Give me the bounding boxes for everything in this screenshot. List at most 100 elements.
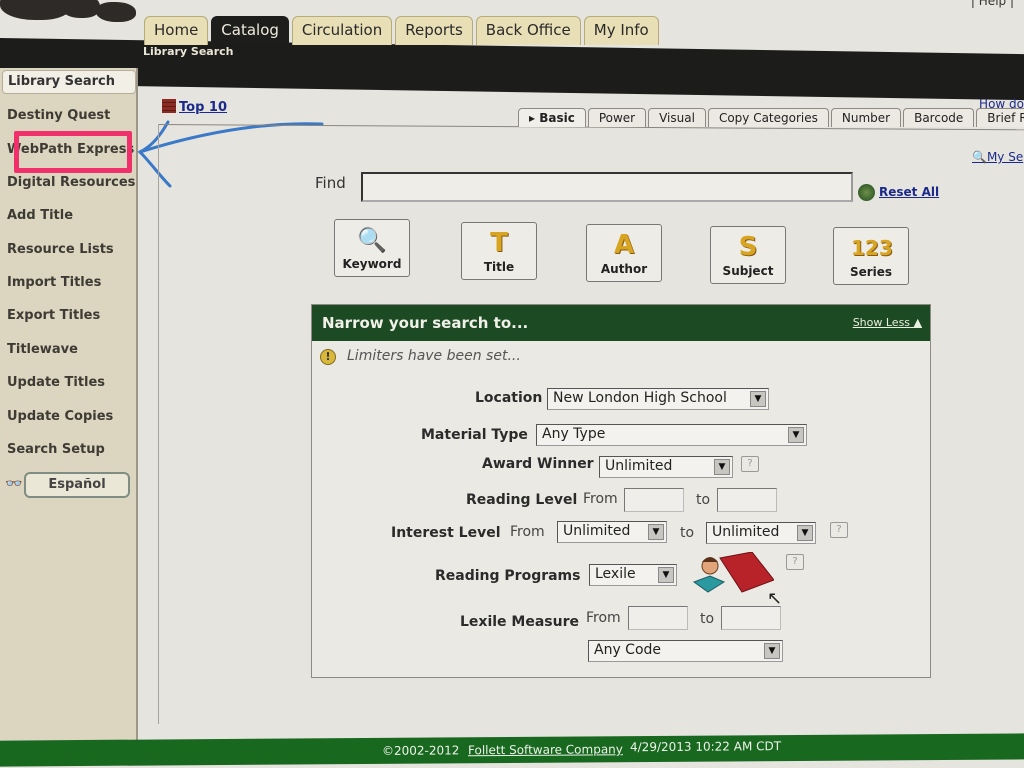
search-tabs: ▸ Basic Power Visual Copy Categories Num… xyxy=(518,108,1024,127)
tab-basic[interactable]: ▸ Basic xyxy=(518,108,586,127)
follett-link[interactable]: Follett Software Company xyxy=(468,742,623,757)
subnav-library-search[interactable]: Library Search xyxy=(143,45,234,58)
espanol-button[interactable]: Español xyxy=(24,472,130,498)
sidebar-item-destiny-quest[interactable]: Destiny Quest xyxy=(7,108,110,123)
top-tabs: Home Catalog Circulation Reports Back Of… xyxy=(144,16,659,45)
reading-level-to-label: to xyxy=(696,492,711,508)
tab-circulation[interactable]: Circulation xyxy=(291,16,393,45)
reading-level-label: Reading Level xyxy=(466,492,578,508)
reading-level-from-input[interactable] xyxy=(624,488,684,512)
narrow-search-panel: Narrow your search to... Show Less ▲ ! L… xyxy=(311,304,931,678)
tab-catalog[interactable]: Catalog xyxy=(211,16,289,45)
sidebar-item-titlewave[interactable]: Titlewave xyxy=(7,342,78,357)
footer: ©2002-2012 Follett Software Company 4/29… xyxy=(0,733,1024,767)
tab-back-office[interactable]: Back Office xyxy=(475,16,581,45)
timestamp: 4/29/2013 10:22 AM CDT xyxy=(630,739,782,755)
location-select[interactable]: New London High School ▼ xyxy=(547,388,769,410)
top-10-label[interactable]: Top 10 xyxy=(179,100,227,115)
subject-globe-icon: S xyxy=(738,232,758,262)
series-label: Series xyxy=(849,265,893,279)
sidebar-item-import-titles[interactable]: Import Titles xyxy=(7,275,101,290)
books-icon xyxy=(162,99,176,113)
tab-home[interactable]: Home xyxy=(144,16,209,45)
find-input[interactable] xyxy=(361,172,853,202)
show-less-link[interactable]: Show Less ▲ xyxy=(853,316,922,329)
sidebar-item-export-titles[interactable]: Export Titles xyxy=(7,308,100,323)
sidebar-item-update-copies[interactable]: Update Copies xyxy=(7,409,113,424)
dropdown-arrow-icon: ▼ xyxy=(648,524,664,540)
child-reading-book-icon xyxy=(692,552,774,593)
sidebar-item-search-setup[interactable]: Search Setup xyxy=(7,442,105,457)
magnifier-icon: 🔍 xyxy=(972,150,987,164)
magnifier-lightning-icon: 🔍 xyxy=(357,226,387,254)
interest-level-from-select[interactable]: Unlimited ▼ xyxy=(557,521,667,543)
lexile-from-input[interactable] xyxy=(628,606,688,630)
sidebar-item-library-search[interactable]: Library Search xyxy=(2,70,136,94)
dropdown-arrow-icon: ▼ xyxy=(658,567,674,583)
reset-icon[interactable] xyxy=(858,184,875,201)
glasses-icon: 👓 xyxy=(5,476,23,492)
tab-number[interactable]: Number xyxy=(830,108,902,127)
award-winner-label: Award Winner xyxy=(482,456,594,472)
interest-level-to-select[interactable]: Unlimited ▼ xyxy=(706,522,816,544)
reading-level-from-label: From xyxy=(583,491,618,507)
series-search-button[interactable]: 123 Series xyxy=(833,227,909,285)
award-winner-value: Unlimited xyxy=(605,458,673,474)
interest-level-to-label: to xyxy=(680,525,695,541)
reading-programs-select[interactable]: Lexile ▼ xyxy=(589,564,677,586)
award-help-icon[interactable]: ? xyxy=(741,456,759,472)
my-searches-label[interactable]: My Se xyxy=(987,150,1023,164)
lexile-code-select[interactable]: Any Code ▼ xyxy=(588,640,783,662)
dropdown-arrow-icon: ▼ xyxy=(788,427,804,443)
top-10-link[interactable]: Top 10 xyxy=(162,99,227,115)
show-less-label[interactable]: Show Less xyxy=(853,316,910,329)
subject-search-button[interactable]: S Subject xyxy=(710,226,786,284)
tab-my-info[interactable]: My Info xyxy=(583,16,659,45)
sidebar-item-update-titles[interactable]: Update Titles xyxy=(7,375,105,390)
triangle-up-icon: ▲ xyxy=(913,316,922,329)
dropdown-arrow-icon: ▼ xyxy=(750,391,766,407)
lexile-to-input[interactable] xyxy=(721,606,781,630)
copyright-text: ©2002-2012 xyxy=(382,743,460,758)
find-label: Find xyxy=(315,174,346,192)
author-pen-icon: A xyxy=(613,230,635,260)
lexile-code-value: Any Code xyxy=(594,642,662,658)
keyword-label: Keyword xyxy=(342,257,402,271)
tab-visual[interactable]: Visual xyxy=(648,108,706,127)
reading-level-to-input[interactable] xyxy=(717,488,777,512)
sidebar-item-webpath-express[interactable]: WebPath Express xyxy=(7,142,134,157)
dropdown-arrow-icon: ▼ xyxy=(797,525,813,541)
dropdown-arrow-icon: ▼ xyxy=(764,643,780,659)
location-label: Location xyxy=(475,390,543,406)
tab-power[interactable]: Power xyxy=(587,108,647,127)
annotation-arrow xyxy=(137,120,324,188)
tab-barcode[interactable]: Barcode xyxy=(903,108,975,127)
tab-reports[interactable]: Reports xyxy=(395,16,473,45)
sidebar-item-add-title[interactable]: Add Title xyxy=(7,208,73,223)
interest-level-from-value: Unlimited xyxy=(563,523,631,539)
tab-copy-categories[interactable]: Copy Categories xyxy=(707,108,829,127)
content-left-border xyxy=(158,124,159,724)
reset-all-link[interactable]: Reset All xyxy=(879,185,939,199)
reading-programs-value: Lexile xyxy=(595,566,636,582)
interest-level-from-label: From xyxy=(510,524,545,540)
utility-links[interactable]: | Help | xyxy=(971,0,1014,8)
sidebar-item-resource-lists[interactable]: Resource Lists xyxy=(7,242,114,257)
tab-brief-records[interactable]: Brief Re xyxy=(976,108,1024,127)
warning-icon: ! xyxy=(320,349,336,365)
keyword-search-button[interactable]: 🔍 Keyword xyxy=(334,219,410,277)
award-winner-select[interactable]: Unlimited ▼ xyxy=(599,456,733,478)
title-search-button[interactable]: T Title xyxy=(461,222,537,280)
material-type-label: Material Type xyxy=(421,427,528,443)
reading-programs-label: Reading Programs xyxy=(435,568,581,584)
interest-help-icon[interactable]: ? xyxy=(830,522,848,538)
material-type-select[interactable]: Any Type ▼ xyxy=(536,424,807,446)
material-type-value: Any Type xyxy=(542,426,606,442)
my-searches-link[interactable]: 🔍My Se xyxy=(972,150,1023,164)
narrow-search-title: Narrow your search to... xyxy=(322,314,529,332)
sidebar-item-digital-resources[interactable]: Digital Resources xyxy=(7,175,135,190)
help-link[interactable]: Help xyxy=(979,0,1006,8)
author-search-button[interactable]: A Author xyxy=(586,224,662,282)
title-label: Title xyxy=(483,260,515,274)
reading-programs-help-icon[interactable]: ? xyxy=(786,554,804,570)
